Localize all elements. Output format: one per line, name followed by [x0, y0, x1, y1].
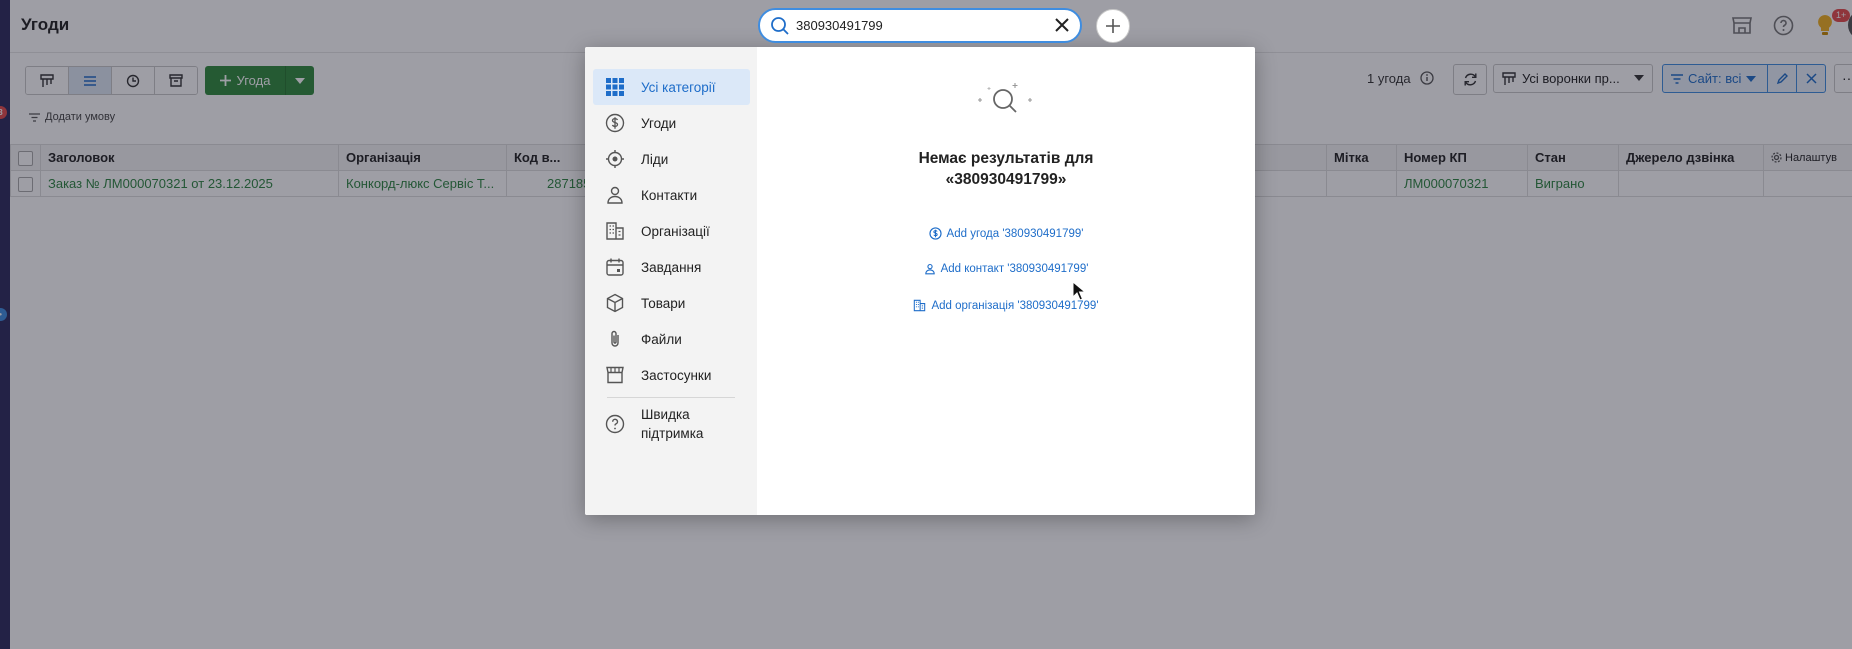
- category-divider: [607, 397, 735, 398]
- add-deal-link[interactable]: Add угода '380930491799': [757, 227, 1255, 240]
- quick-support-label: Швидка підтримка: [641, 405, 703, 443]
- category-label: Завдання: [641, 259, 702, 275]
- category-label: Усі категорії: [641, 79, 716, 95]
- paperclip-icon: [611, 330, 619, 347]
- add-deal-link-label: Add угода '380930491799': [946, 227, 1084, 240]
- category-products[interactable]: Товари: [593, 285, 750, 321]
- box-icon: [606, 293, 624, 313]
- building-icon: [606, 222, 624, 240]
- empty-search-icon: [975, 80, 1037, 120]
- grid-icon: [606, 78, 624, 96]
- category-leads[interactable]: Ліди: [593, 141, 750, 177]
- search-results-modal: Усі категорії Угоди Ліди Контакти Органі…: [585, 47, 1255, 515]
- category-all[interactable]: Усі категорії: [593, 69, 750, 105]
- category-label: Ліди: [641, 151, 669, 167]
- target-icon: [606, 150, 624, 168]
- search-icon: [770, 16, 790, 36]
- add-organization-link[interactable]: Add організація '380930491799': [757, 299, 1255, 312]
- mouse-cursor-icon: [1072, 281, 1086, 301]
- quick-support-item[interactable]: Швидка підтримка: [593, 402, 750, 446]
- category-label: Товари: [641, 295, 686, 311]
- category-files[interactable]: Файли: [593, 321, 750, 357]
- person-icon: [924, 263, 935, 275]
- category-label: Угоди: [641, 115, 677, 131]
- category-label: Файли: [641, 331, 682, 347]
- category-organizations[interactable]: Організації: [593, 213, 750, 249]
- clear-search-icon[interactable]: [1054, 17, 1070, 33]
- category-label: Організації: [641, 223, 710, 239]
- no-results-message: Немає результатів для «380930491799»: [757, 148, 1255, 190]
- create-new-button[interactable]: [1096, 9, 1130, 43]
- add-contact-link-label: Add контакт '380930491799': [940, 263, 1089, 275]
- category-deals[interactable]: Угоди: [593, 105, 750, 141]
- building-icon: [914, 299, 926, 312]
- dollar-circle-icon: [605, 113, 625, 133]
- category-label: Застосунки: [641, 367, 712, 383]
- person-icon: [607, 186, 623, 204]
- search-input[interactable]: [796, 16, 1036, 34]
- dollar-circle-icon: [928, 227, 942, 240]
- store-icon: [606, 366, 624, 384]
- support-line-1: Швидка: [641, 407, 690, 422]
- category-sidebar: Усі категорії Угоди Ліди Контакти Органі…: [585, 47, 757, 515]
- support-line-2: підтримка: [641, 426, 704, 441]
- add-organization-link-label: Add організація '380930491799': [931, 299, 1099, 312]
- no-results-line-1: Немає результатів для: [918, 150, 1094, 167]
- category-contacts[interactable]: Контакти: [593, 177, 750, 213]
- calendar-icon: [606, 258, 624, 276]
- category-label: Контакти: [641, 187, 698, 203]
- add-contact-link[interactable]: Add контакт '380930491799': [757, 263, 1255, 275]
- no-results-query: «380930491799»: [945, 171, 1067, 188]
- category-apps[interactable]: Застосунки: [593, 357, 750, 393]
- search-results-panel: Немає результатів для «380930491799» Add…: [757, 47, 1255, 515]
- category-tasks[interactable]: Завдання: [593, 249, 750, 285]
- help-circle-icon: [605, 414, 625, 434]
- global-search[interactable]: [758, 8, 1082, 43]
- plus-icon: [1106, 19, 1120, 33]
